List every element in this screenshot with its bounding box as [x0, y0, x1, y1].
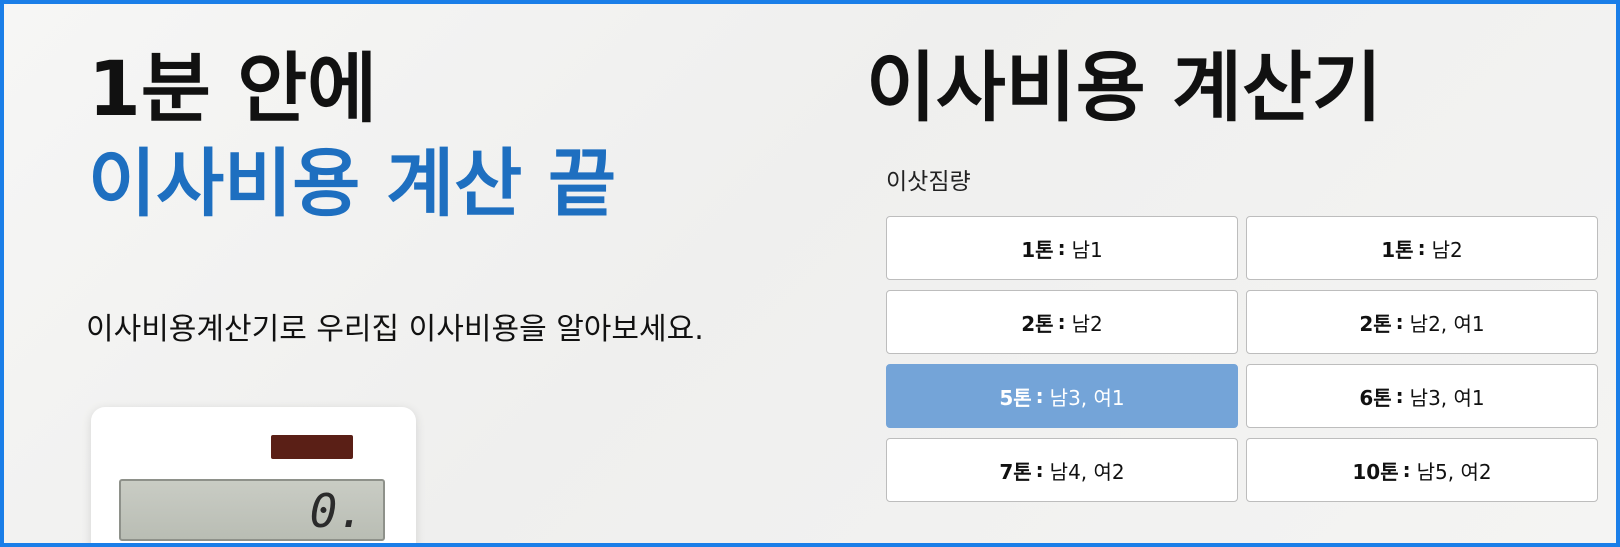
option-crew: 남2, 여1: [1409, 311, 1485, 336]
calculator-title: 이사비용 계산기: [866, 43, 1382, 132]
option-crew: 남1: [1071, 237, 1103, 262]
option-separator: :: [1035, 384, 1044, 408]
hero-subtitle: 이사비용계산기로 우리집 이사비용을 알아보세요.: [86, 312, 704, 347]
option-crew: 남2: [1071, 311, 1103, 336]
option-separator: :: [1057, 310, 1066, 334]
option-separator: :: [1417, 236, 1426, 260]
option-separator: :: [1395, 384, 1404, 408]
option-crew: 남3, 여1: [1409, 385, 1485, 410]
option-separator: :: [1402, 458, 1411, 482]
calculator-illustration: 0.: [91, 407, 416, 543]
option-2ton-m2-f1[interactable]: 2톤: 남2, 여1: [1246, 290, 1598, 354]
option-ton: 2톤: [1359, 311, 1392, 336]
option-crew: 남4, 여2: [1049, 459, 1125, 484]
option-ton: 5톤: [999, 385, 1032, 410]
calculator-solar-panel: [271, 435, 353, 459]
option-ton: 10톤: [1352, 459, 1399, 484]
option-ton: 1톤: [1021, 237, 1054, 262]
hero-headline-line2: 이사비용 계산 끝: [88, 141, 617, 227]
option-separator: :: [1395, 310, 1404, 334]
option-7ton-m4-f2[interactable]: 7톤: 남4, 여2: [886, 438, 1238, 502]
option-crew: 남5, 여2: [1416, 459, 1492, 484]
option-crew: 남3, 여1: [1049, 385, 1125, 410]
option-crew: 남2: [1431, 237, 1463, 262]
option-separator: :: [1035, 458, 1044, 482]
option-1ton-m2[interactable]: 1톤: 남2: [1246, 216, 1598, 280]
calculator-display: 0.: [119, 479, 385, 541]
hero-headline-line1: 1분 안에: [88, 44, 378, 133]
option-ton: 2톤: [1021, 311, 1054, 336]
option-1ton-m1[interactable]: 1톤: 남1: [886, 216, 1238, 280]
moving-load-label: 이삿짐량: [886, 169, 971, 195]
option-5ton-m3-f1[interactable]: 5톤: 남3, 여1: [886, 364, 1238, 428]
option-ton: 7톤: [999, 459, 1032, 484]
option-ton: 1톤: [1381, 237, 1414, 262]
option-ton: 6톤: [1359, 385, 1392, 410]
option-6ton-m3-f1[interactable]: 6톤: 남3, 여1: [1246, 364, 1598, 428]
option-separator: :: [1057, 236, 1066, 260]
calculator-display-value: 0.: [309, 484, 365, 538]
option-2ton-m2[interactable]: 2톤: 남2: [886, 290, 1238, 354]
banner-frame: 1분 안에 이사비용 계산 끝 이사비용계산기로 우리집 이사비용을 알아보세요…: [0, 0, 1620, 547]
moving-load-options: 1톤: 남1 1톤: 남2 2톤: 남2 2톤: 남2, 여1 5톤: 남3, 여1 6톤…: [886, 216, 1598, 502]
option-10ton-m5-f2[interactable]: 10톤: 남5, 여2: [1246, 438, 1598, 502]
